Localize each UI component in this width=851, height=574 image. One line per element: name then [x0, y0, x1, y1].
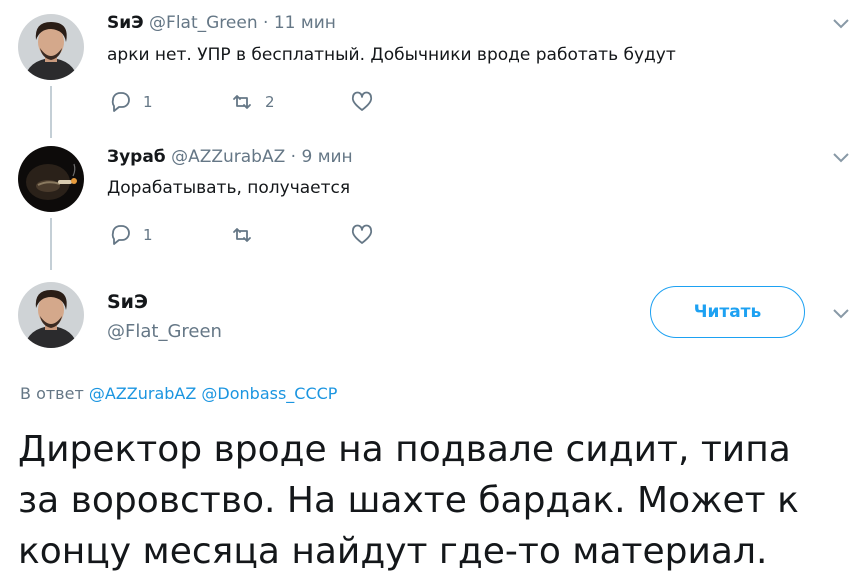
tweet-header: Зураб @AZZurabAZ · 9 мин: [107, 146, 353, 168]
reply-icon: [107, 89, 133, 115]
author-handle[interactable]: @Flat_Green: [107, 321, 222, 342]
chevron-down-icon[interactable]: [832, 18, 850, 30]
tweet-text: арки нет. УПР в бесплатный. Добычники вр…: [107, 45, 676, 65]
like-button[interactable]: [349, 222, 385, 248]
like-icon: [349, 222, 375, 248]
retweet-button[interactable]: [229, 222, 265, 248]
mention-link[interactable]: @AZZurabAZ: [89, 384, 196, 403]
avatar[interactable]: [18, 146, 84, 212]
author-name[interactable]: SиЭ: [107, 13, 144, 33]
chevron-down-icon[interactable]: [832, 308, 850, 320]
follow-button[interactable]: Читать: [650, 286, 805, 338]
retweet-button[interactable]: 2: [229, 89, 275, 115]
mention-link[interactable]: @Donbass_CCCP: [201, 384, 337, 403]
reply-prefix: В ответ: [20, 384, 84, 403]
reply-context: В ответ @AZZurabAZ @Donbass_CCCP: [20, 384, 337, 403]
reply-button[interactable]: 1: [107, 222, 153, 248]
chevron-down-icon[interactable]: [832, 152, 850, 164]
retweet-icon: [229, 89, 255, 115]
reply-count: 1: [143, 226, 153, 244]
reply-button[interactable]: 1: [107, 89, 153, 115]
main-tweet-text: Директор вроде на подвале сидит, типа за…: [18, 429, 799, 572]
tweet-time[interactable]: 9 мин: [301, 147, 352, 167]
reply-icon: [107, 222, 133, 248]
author-handle[interactable]: @AZZurabAZ: [171, 147, 285, 167]
tweet-time[interactable]: 11 мин: [274, 13, 336, 33]
reply-count: 1: [143, 93, 153, 111]
like-icon: [349, 89, 375, 115]
avatar[interactable]: [18, 14, 84, 80]
thread-line: [50, 86, 52, 138]
tweet-text: Дорабатывать, получается: [107, 178, 351, 198]
author-name[interactable]: SиЭ: [107, 291, 148, 313]
separator: ·: [290, 147, 297, 167]
tweet-header: SиЭ @Flat_Green · 11 мин: [107, 12, 336, 34]
retweet-count: 2: [265, 93, 275, 111]
retweet-icon: [229, 222, 255, 248]
thread-line: [50, 218, 52, 270]
author-name[interactable]: Зураб: [107, 147, 166, 167]
like-button[interactable]: [349, 89, 385, 115]
tweet-thread: SиЭ @Flat_Green · 11 мин арки нет. УПР в…: [0, 0, 851, 574]
avatar[interactable]: [18, 282, 84, 348]
separator: ·: [263, 13, 269, 33]
author-handle[interactable]: @Flat_Green: [149, 13, 258, 33]
